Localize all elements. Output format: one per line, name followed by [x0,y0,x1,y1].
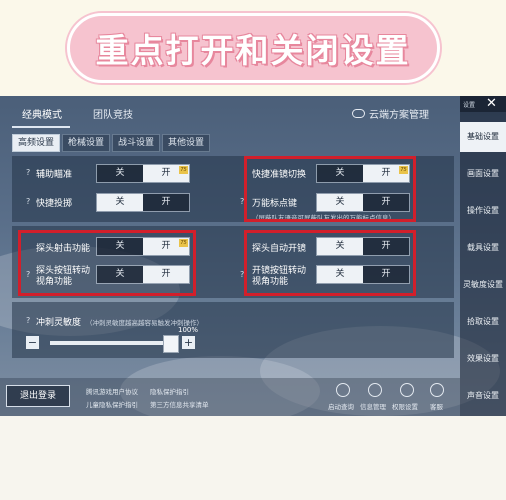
increase-button[interactable]: + [182,336,195,349]
subtab-weapon[interactable]: 枪械设置 [62,134,111,152]
info-icon[interactable] [368,383,382,397]
cloud-manager-button[interactable]: 云端方案管理 [352,106,429,121]
quick-throw-toggle[interactable]: 关 开 [96,193,190,212]
toggle-off[interactable]: 关 [97,165,143,182]
toggle-off[interactable]: 关 [97,194,143,211]
subtab-combat[interactable]: 战斗设置 [112,134,161,152]
privacy-guide-link[interactable]: 隐私保护指引 [150,386,189,396]
settings-panel-3 [12,302,454,358]
sidebar-item-effects[interactable]: 效果设置 [460,344,506,374]
subtab-frequent[interactable]: 高频设置 [12,134,61,152]
help-icon[interactable]: ? [26,168,30,177]
sidebar-header: 设置 ✕ [460,96,506,112]
help-icon[interactable]: ? [26,197,30,206]
sidebar-item-controls[interactable]: 操作设置 [460,196,506,226]
sidebar-item-sensitivity[interactable]: 灵敏度设置 [460,270,506,300]
cloud-manager-label: 云端方案管理 [369,110,429,121]
customer-service-label: 客服 [430,403,443,411]
subtab-other[interactable]: 其他设置 [162,134,211,152]
close-icon[interactable]: ✕ [486,96,497,112]
headset-icon[interactable] [430,383,444,397]
sprint-slider-thumb[interactable] [163,335,179,353]
active-tab-underline [12,126,70,128]
child-privacy-link[interactable]: 儿童隐私保护指引 [86,399,138,409]
sprint-value: 100% [178,326,199,334]
sidebar-item-graphics[interactable]: 画面设置 [460,159,506,189]
info-management-label: 信息管理 [360,403,386,411]
sidebar-title: 设置 [463,102,476,109]
highlight-box [18,230,196,296]
sub-tabs: 高频设置 枪械设置 战斗设置 其他设置 [12,134,212,152]
quick-throw-label: 快捷投掷 [36,199,73,209]
game-settings-screen: 经典模式 团队竞技 云端方案管理 高频设置 枪械设置 战斗设置 其他设置 ? 辅… [0,96,506,416]
badge-icon: 75 [179,166,188,174]
user-agreement-link[interactable]: 腾讯游戏用户协议 [86,386,138,396]
aim-assist-label: 辅助瞄准 [36,170,73,180]
toggle-on[interactable]: 开 [143,194,189,211]
sidebar-item-basic[interactable]: 基础设置 [460,122,506,152]
permission-settings-label: 权限设置 [392,403,418,411]
search-icon[interactable] [336,383,350,397]
third-party-list-link[interactable]: 第三方信息共享清单 [150,399,209,409]
highlight-box [244,230,416,296]
highlight-box [244,156,416,222]
tab-classic-mode[interactable]: 经典模式 [22,106,62,121]
sidebar-item-vehicle[interactable]: 载具设置 [460,233,506,263]
top-bar: 经典模式 团队竞技 云端方案管理 [0,96,460,130]
sidebar-item-sound[interactable]: 声音设置 [460,381,506,411]
startup-query-label: 启动查询 [328,403,354,411]
banner: 重点打开和关闭设置 [0,0,506,96]
sprint-sensitivity-label: 冲刺灵敏度 [36,318,82,328]
logout-button[interactable]: 退出登录 [6,385,70,407]
lock-icon[interactable] [400,383,414,397]
banner-title: 重点打开和关闭设置 [66,13,440,83]
sidebar-item-pickup[interactable]: 拾取设置 [460,307,506,337]
tab-team-deathmatch[interactable]: 团队竞技 [93,106,133,121]
aim-assist-toggle[interactable]: 关 开 75 [96,164,190,183]
settings-sidebar: 设置 ✕ 基础设置 画面设置 操作设置 载具设置 灵敏度设置 拾取设置 效果设置… [460,96,506,416]
help-icon[interactable]: ? [26,316,30,325]
sprint-slider-track[interactable] [50,341,166,345]
toggle-on[interactable]: 开 75 [143,165,189,182]
bottom-blank [0,416,506,500]
cloud-icon [352,109,365,118]
decrease-button[interactable]: − [26,336,39,349]
